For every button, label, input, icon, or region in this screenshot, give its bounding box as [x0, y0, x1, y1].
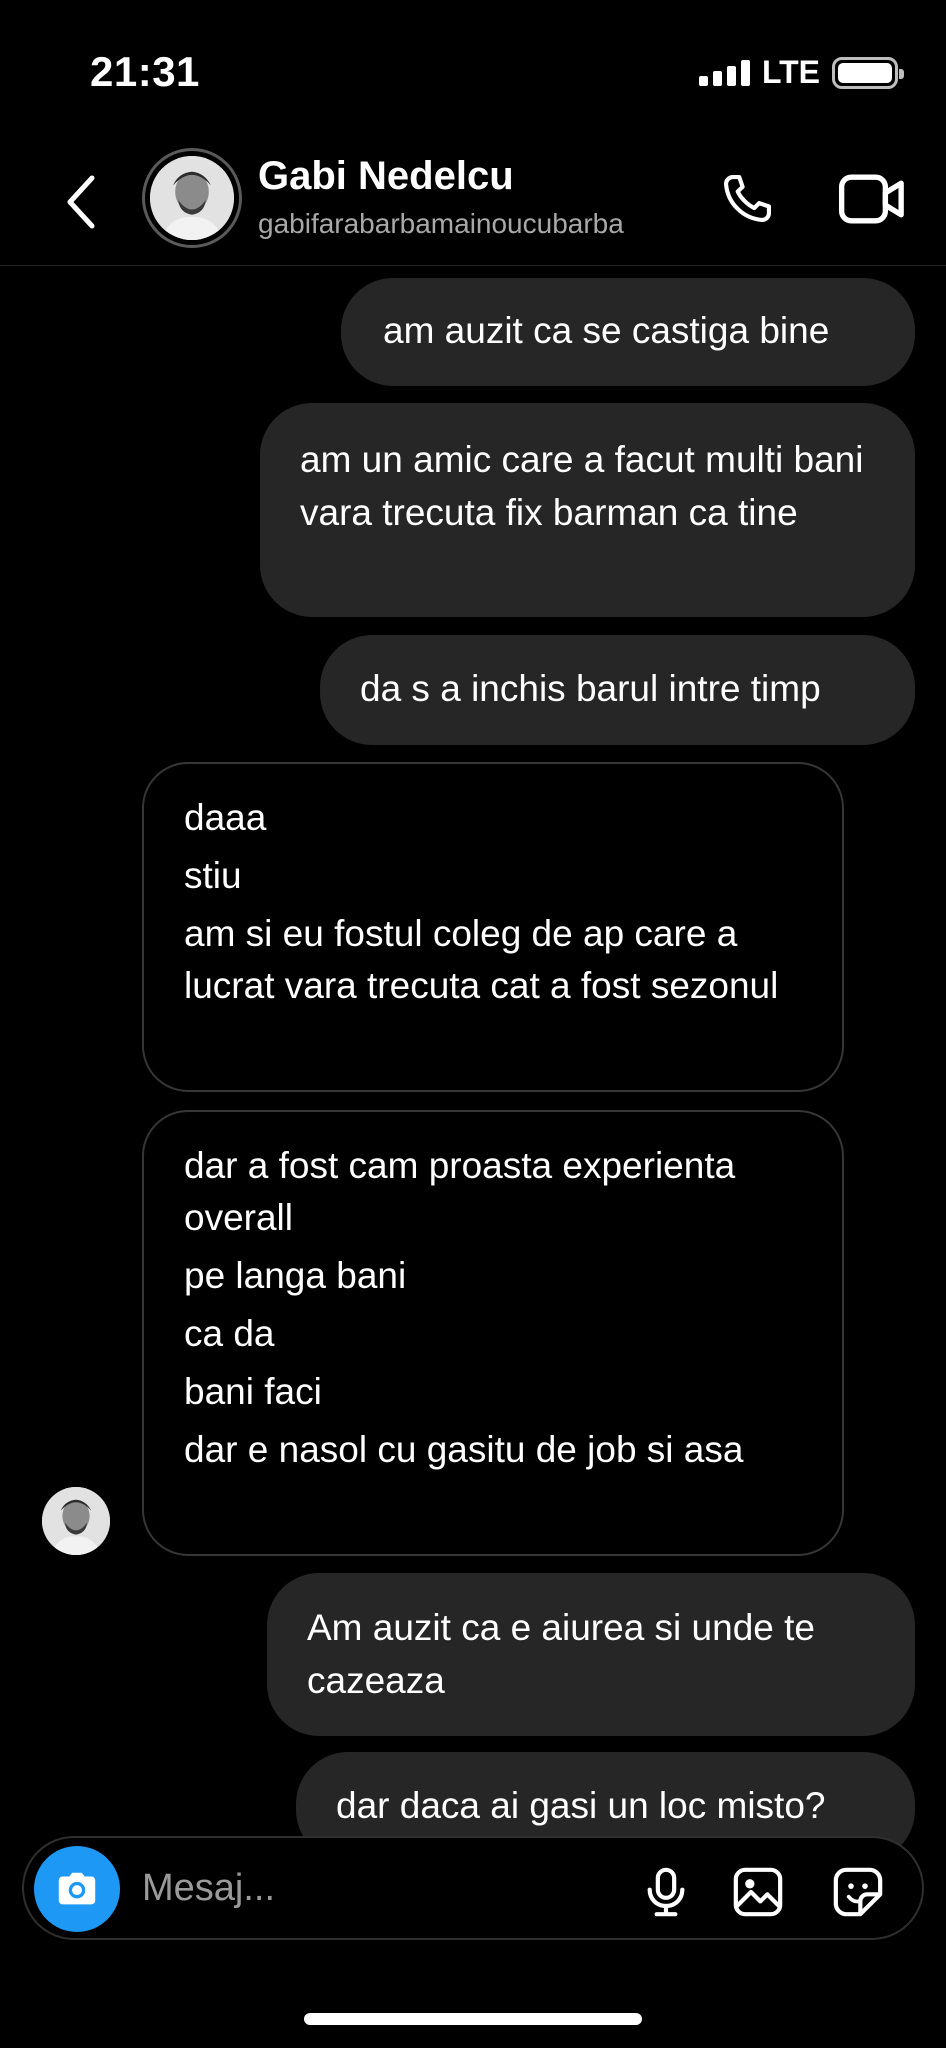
contact-name[interactable]: Gabi Nedelcu — [258, 154, 514, 199]
cellular-signal-icon — [698, 59, 750, 86]
received-message[interactable]: dar a fost cam proasta experienta overal… — [142, 1110, 844, 1556]
microphone-icon[interactable] — [638, 1864, 694, 1920]
phone-icon[interactable] — [716, 168, 778, 230]
message-line: bani faci — [184, 1371, 322, 1412]
sent-message[interactable]: da s a inchis barul intre timp — [320, 635, 915, 745]
status-time: 21:31 — [90, 48, 200, 95]
sent-message[interactable]: Am auzit ca e aiurea si unde te cazeaza — [267, 1573, 915, 1736]
battery-icon — [832, 56, 904, 89]
chat-header: Gabi Nedelcu gabifarabarbamainoucubarba — [0, 140, 946, 266]
gallery-icon[interactable] — [730, 1864, 786, 1920]
message-line: daaa — [184, 797, 267, 838]
contact-avatar[interactable] — [142, 148, 242, 248]
network-type: LTE — [761, 54, 820, 90]
video-camera-icon[interactable] — [838, 172, 906, 226]
back-chevron-icon[interactable] — [62, 174, 102, 230]
contact-username[interactable]: gabifarabarbamainoucubarba — [258, 208, 624, 240]
sent-message[interactable]: am un amic care a facut multi bani vara … — [260, 403, 915, 617]
message-line: ca da — [184, 1313, 275, 1354]
received-message[interactable]: daaa stiu am si eu fostul coleg de ap ca… — [142, 762, 844, 1092]
status-indicators: LTE — [698, 54, 904, 91]
message-composer — [22, 1836, 924, 1940]
message-line: dar e nasol cu gasitu de job si asa — [184, 1429, 744, 1470]
sent-message[interactable]: am auzit ca se castiga bine — [341, 278, 915, 386]
sticker-icon[interactable] — [830, 1864, 886, 1920]
message-line: pe langa bani — [184, 1255, 407, 1296]
camera-icon — [58, 1872, 96, 1905]
dm-screen: 21:31 LTE Gabi Nedelcu gabifarabarbamain… — [0, 0, 946, 2048]
home-indicator — [304, 2013, 642, 2025]
message-line: stiu — [184, 855, 242, 896]
message-line: am si eu fostul coleg de ap care a lucra… — [184, 913, 779, 1006]
message-line: dar a fost cam proasta experienta overal… — [184, 1145, 736, 1238]
message-input[interactable] — [142, 1866, 522, 1910]
sender-avatar[interactable] — [42, 1487, 110, 1555]
camera-button[interactable] — [34, 1846, 120, 1932]
